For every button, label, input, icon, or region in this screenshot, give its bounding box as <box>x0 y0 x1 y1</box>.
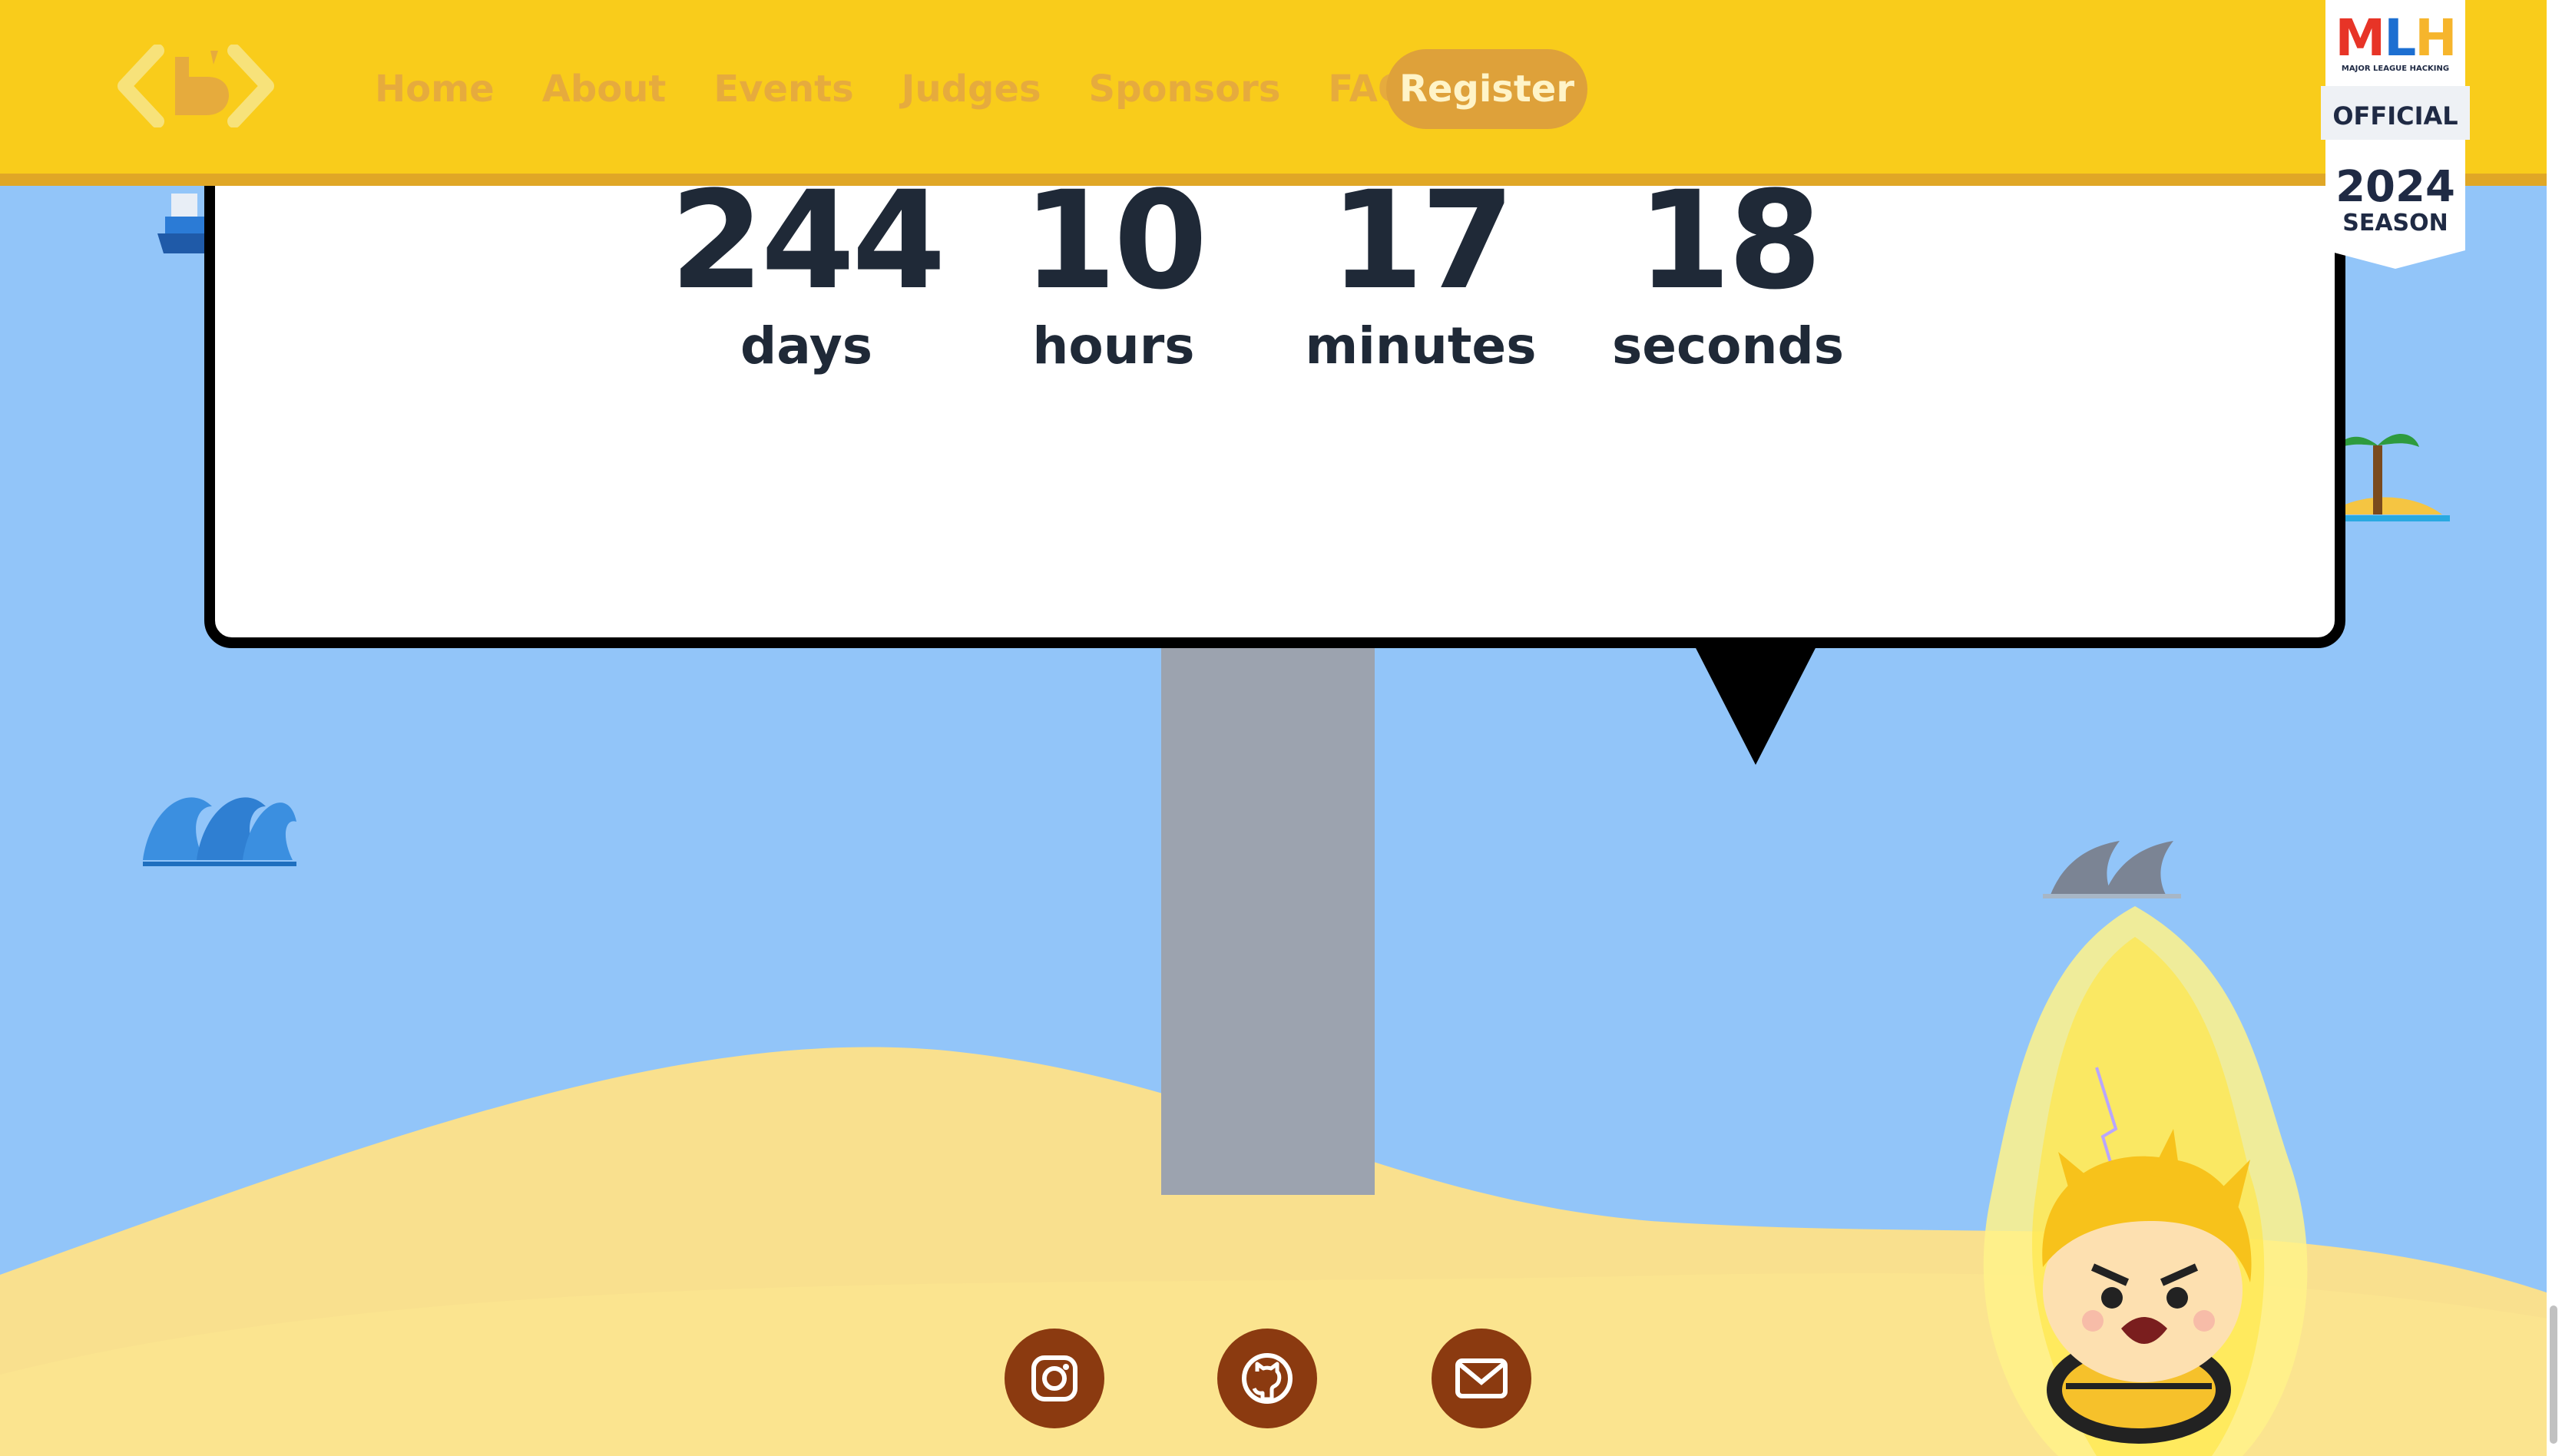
mlh-season: SEASON <box>2342 210 2448 237</box>
seconds-label: seconds <box>1611 316 1845 376</box>
wave-icon <box>143 797 296 866</box>
hours-value: 10 <box>1022 162 1208 319</box>
email-button[interactable] <box>1432 1329 1531 1428</box>
countdown-billboard <box>204 115 2345 648</box>
nav-link-home[interactable]: Home <box>375 68 495 111</box>
countdown-days: 244 days <box>668 174 945 376</box>
github-icon <box>1242 1353 1293 1404</box>
top-navbar: Home About Events Judges Sponsors FAQ Re… <box>0 0 2547 186</box>
mlh-logo-text: MLH <box>2335 8 2456 68</box>
countdown-minutes: 17 minutes <box>1283 174 1559 376</box>
nav-link-events[interactable]: Events <box>713 68 853 111</box>
hours-label: hours <box>1032 316 1195 376</box>
mlh-year: 2024 <box>2335 162 2455 212</box>
instagram-button[interactable] <box>1005 1329 1104 1428</box>
brackets-b-logo-icon[interactable] <box>115 45 276 127</box>
scrollbar-thumb[interactable] <box>2550 1305 2557 1444</box>
minutes-value: 17 <box>1329 162 1515 319</box>
mlh-official-badge[interactable]: MLH MAJOR LEAGUE HACKING OFFICIAL 2024 S… <box>2321 0 2470 269</box>
mlh-tagline: MAJOR LEAGUE HACKING <box>2342 65 2449 73</box>
countdown-seconds: 18 seconds <box>1590 174 1866 376</box>
seconds-value: 18 <box>1637 162 1822 319</box>
nav-link-sponsors[interactable]: Sponsors <box>1089 68 1281 111</box>
nav-link-judges[interactable]: Judges <box>902 68 1041 111</box>
days-label: days <box>740 316 873 376</box>
register-button[interactable]: Register <box>1386 49 1587 129</box>
billboard-pole <box>1161 642 1375 1195</box>
page-scrollbar[interactable] <box>2547 0 2562 1456</box>
minutes-label: minutes <box>1305 316 1537 376</box>
mlh-official: OFFICIAL <box>2332 101 2458 131</box>
bee-mascot-illustration <box>1983 906 2308 1456</box>
nav-link-about[interactable]: About <box>542 68 667 111</box>
countdown-hours: 10 hours <box>975 174 1252 376</box>
github-button[interactable] <box>1217 1329 1317 1428</box>
speech-bubble-tail <box>1693 642 1819 765</box>
instagram-icon <box>1031 1355 1077 1401</box>
mail-icon <box>1455 1358 1508 1398</box>
days-value: 244 <box>670 162 945 319</box>
nav-links: Home About Events Judges Sponsors FAQ <box>375 49 1457 129</box>
